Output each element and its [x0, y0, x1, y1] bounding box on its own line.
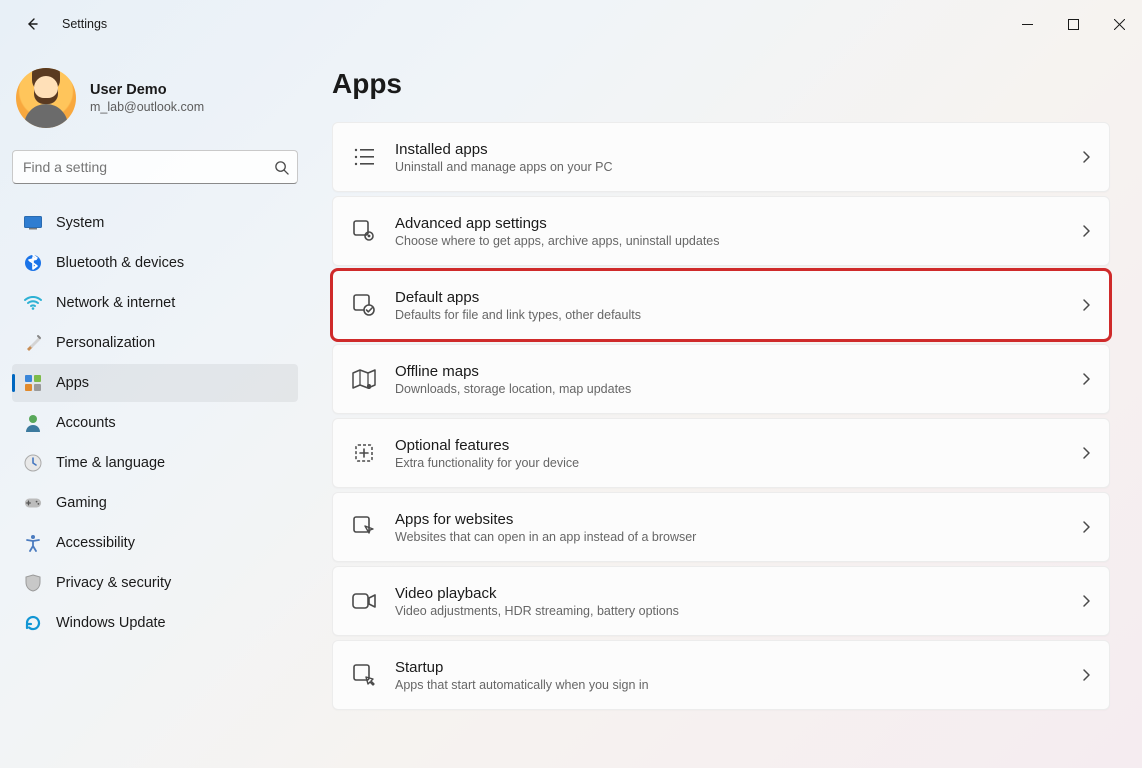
card-subtitle: Defaults for file and link types, other …	[395, 308, 1081, 322]
card-subtitle: Choose where to get apps, archive apps, …	[395, 234, 1081, 248]
main-content: Apps Installed apps Uninstall and manage …	[310, 48, 1134, 768]
startup-icon	[351, 662, 377, 688]
profile-email: m_lab@outlook.com	[90, 100, 204, 114]
cards-list: Installed apps Uninstall and manage apps …	[332, 122, 1110, 710]
card-startup[interactable]: Startup Apps that start automatically whe…	[332, 640, 1110, 710]
map-icon	[351, 366, 377, 392]
chevron-right-icon	[1081, 372, 1091, 386]
card-title: Installed apps	[395, 141, 1081, 158]
sidebar-item-label: Time & language	[56, 455, 165, 471]
chevron-right-icon	[1081, 668, 1091, 682]
search-icon	[274, 160, 289, 175]
profile-name: User Demo	[90, 82, 204, 98]
card-title: Startup	[395, 659, 1081, 676]
sidebar-item-label: Apps	[56, 375, 89, 391]
chevron-right-icon	[1081, 224, 1091, 238]
card-subtitle: Downloads, storage location, map updates	[395, 382, 1081, 396]
card-apps-for-websites[interactable]: Apps for websites Websites that can open …	[332, 492, 1110, 562]
card-title: Advanced app settings	[395, 215, 1081, 232]
gamepad-icon	[24, 494, 42, 512]
card-title: Offline maps	[395, 363, 1081, 380]
list-icon	[351, 144, 377, 170]
account-icon	[24, 414, 42, 432]
nav-list: System Bluetooth & devices Network & inter…	[12, 204, 298, 642]
card-title: Video playback	[395, 585, 1081, 602]
wifi-icon	[24, 294, 42, 312]
bluetooth-icon	[24, 254, 42, 272]
close-button[interactable]	[1096, 4, 1142, 44]
close-icon	[1114, 19, 1125, 30]
sidebar-item-bluetooth-devices[interactable]: Bluetooth & devices	[12, 244, 298, 282]
shield-icon	[24, 574, 42, 592]
window-title: Settings	[62, 17, 107, 31]
card-subtitle: Websites that can open in an app instead…	[395, 530, 1081, 544]
apps-icon	[24, 374, 42, 392]
system-icon	[24, 214, 42, 232]
sidebar-item-label: Privacy & security	[56, 575, 171, 591]
chevron-right-icon	[1081, 594, 1091, 608]
minimize-button[interactable]	[1004, 4, 1050, 44]
page-title: Apps	[332, 68, 1110, 100]
card-default-apps[interactable]: Default apps Defaults for file and link t…	[332, 270, 1110, 340]
optional-icon	[351, 440, 377, 466]
back-button[interactable]	[16, 8, 48, 40]
sidebar-item-privacy-security[interactable]: Privacy & security	[12, 564, 298, 602]
sidebar-item-label: System	[56, 215, 104, 231]
sidebar-item-apps[interactable]: Apps	[12, 364, 298, 402]
sidebar-item-label: Bluetooth & devices	[56, 255, 184, 271]
card-installed-apps[interactable]: Installed apps Uninstall and manage apps …	[332, 122, 1110, 192]
sidebar-item-label: Accounts	[56, 415, 116, 431]
search-container[interactable]	[12, 150, 298, 184]
default-app-icon	[351, 292, 377, 318]
avatar	[16, 68, 76, 128]
maximize-icon	[1068, 19, 1079, 30]
card-subtitle: Video adjustments, HDR streaming, batter…	[395, 604, 1081, 618]
app-web-icon	[351, 514, 377, 540]
card-subtitle: Extra functionality for your device	[395, 456, 1081, 470]
card-optional-features[interactable]: Optional features Extra functionality for…	[332, 418, 1110, 488]
clock-icon	[24, 454, 42, 472]
card-title: Optional features	[395, 437, 1081, 454]
video-icon	[351, 588, 377, 614]
chevron-right-icon	[1081, 150, 1091, 164]
app-gear-icon	[351, 218, 377, 244]
sidebar-item-network-internet[interactable]: Network & internet	[12, 284, 298, 322]
sidebar-item-label: Network & internet	[56, 295, 175, 311]
sidebar-item-accessibility[interactable]: Accessibility	[12, 524, 298, 562]
chevron-right-icon	[1081, 520, 1091, 534]
sidebar-item-label: Personalization	[56, 335, 155, 351]
sidebar-item-system[interactable]: System	[12, 204, 298, 242]
sidebar-item-time-language[interactable]: Time & language	[12, 444, 298, 482]
chevron-right-icon	[1081, 298, 1091, 312]
card-video-playback[interactable]: Video playback Video adjustments, HDR str…	[332, 566, 1110, 636]
card-offline-maps[interactable]: Offline maps Downloads, storage location,…	[332, 344, 1110, 414]
minimize-icon	[1022, 19, 1033, 30]
sidebar-item-windows-update[interactable]: Windows Update	[12, 604, 298, 642]
sidebar-item-label: Windows Update	[56, 615, 166, 631]
sidebar-item-gaming[interactable]: Gaming	[12, 484, 298, 522]
sidebar-item-accounts[interactable]: Accounts	[12, 404, 298, 442]
card-subtitle: Uninstall and manage apps on your PC	[395, 160, 1081, 174]
back-arrow-icon	[24, 16, 40, 32]
sidebar-item-label: Accessibility	[56, 535, 135, 551]
search-input[interactable]	[23, 159, 274, 175]
card-title: Apps for websites	[395, 511, 1081, 528]
card-title: Default apps	[395, 289, 1081, 306]
chevron-right-icon	[1081, 446, 1091, 460]
maximize-button[interactable]	[1050, 4, 1096, 44]
sidebar: User Demo m_lab@outlook.com System Blueto…	[0, 48, 310, 768]
sidebar-item-label: Gaming	[56, 495, 107, 511]
accessibility-icon	[24, 534, 42, 552]
card-advanced-app-settings[interactable]: Advanced app settings Choose where to get…	[332, 196, 1110, 266]
paint-icon	[24, 334, 42, 352]
titlebar: Settings	[0, 0, 1142, 48]
card-subtitle: Apps that start automatically when you s…	[395, 678, 1081, 692]
update-icon	[24, 614, 42, 632]
profile-block[interactable]: User Demo m_lab@outlook.com	[12, 60, 298, 142]
sidebar-item-personalization[interactable]: Personalization	[12, 324, 298, 362]
